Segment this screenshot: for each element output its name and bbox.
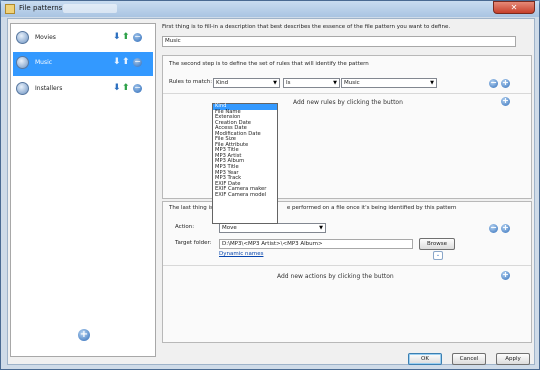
rule-value-text: Music xyxy=(344,80,360,86)
apply-button[interactable]: Apply xyxy=(496,353,530,365)
actions-divider xyxy=(163,265,531,266)
pattern-item-movies[interactable]: Movies ⬇ ⬆ − xyxy=(13,27,153,51)
move-down-icon[interactable]: ⬇ xyxy=(113,32,121,42)
action-select[interactable]: Move ▼ xyxy=(219,223,326,233)
pattern-item-label: Installers xyxy=(35,85,63,92)
file-patterns-window: File patterns ✕ Movies ⬇ ⬆ − Music ⬇ ⬆ − xyxy=(0,0,540,370)
title-bar[interactable]: File patterns ✕ xyxy=(1,1,539,17)
remove-rule-button[interactable]: − xyxy=(489,79,498,88)
move-up-icon[interactable]: ⬆ xyxy=(122,83,130,93)
music-icon xyxy=(16,56,29,69)
rule-field-dropdown-list[interactable]: Kind File Name Extension Creation Date A… xyxy=(212,103,278,224)
move-up-icon[interactable]: ⬆ xyxy=(122,32,130,42)
dropdown-option[interactable]: EXIF Camera model xyxy=(213,192,277,199)
add-rule-button[interactable]: + xyxy=(501,97,510,106)
chevron-down-icon: ▼ xyxy=(333,80,337,86)
target-folder-label: Target folder: xyxy=(175,240,212,246)
move-down-icon[interactable]: ⬇ xyxy=(113,57,121,67)
close-button[interactable]: ✕ xyxy=(493,1,535,14)
expand-chevron-icon[interactable]: ⌄ xyxy=(433,251,443,260)
rule-field-value: Kind xyxy=(216,80,229,86)
remove-icon[interactable]: − xyxy=(133,84,142,93)
add-rule-inline-button[interactable]: + xyxy=(501,79,510,88)
remove-icon[interactable]: − xyxy=(133,33,142,42)
pattern-item-label: Movies xyxy=(35,34,56,41)
remove-action-button[interactable]: − xyxy=(489,224,498,233)
chevron-down-icon: ▼ xyxy=(273,80,277,86)
title-bar-tab xyxy=(63,4,117,13)
rules-prompt: The second step is to define the set of … xyxy=(169,61,369,67)
action-label: Action: xyxy=(175,224,195,230)
rules-divider xyxy=(163,93,531,94)
action-value: Move xyxy=(222,225,237,231)
pattern-item-installers[interactable]: Installers ⬇ ⬆ − xyxy=(13,78,153,102)
add-action-inline-button[interactable]: + xyxy=(501,224,510,233)
rule-operator-value: Is xyxy=(286,80,291,86)
description-input[interactable]: Music xyxy=(162,36,516,47)
move-down-icon[interactable]: ⬇ xyxy=(113,83,121,93)
folder-icon xyxy=(5,4,15,14)
add-actions-hint: Add new actions by clicking the button xyxy=(277,273,394,280)
pattern-item-music[interactable]: Music ⬇ ⬆ − xyxy=(13,52,153,76)
add-rules-hint: Add new rules by clicking the button xyxy=(293,99,403,106)
rule-operator-select[interactable]: Is ▼ xyxy=(283,78,340,88)
rules-label: Rules to match: xyxy=(169,79,213,85)
dynamic-names-link[interactable]: Dynamic names xyxy=(219,251,263,257)
window-title: File patterns xyxy=(19,4,63,12)
pattern-item-label: Music xyxy=(35,59,53,66)
add-pattern-button[interactable]: + xyxy=(78,329,90,341)
move-up-icon[interactable]: ⬆ xyxy=(122,57,130,67)
rule-field-select[interactable]: Kind ▼ xyxy=(213,78,280,88)
rule-value-select[interactable]: Music ▼ xyxy=(341,78,437,88)
chevron-down-icon: ▼ xyxy=(319,225,323,231)
description-prompt: First thing is to fill-in a description … xyxy=(162,24,451,30)
dialog-body: Movies ⬇ ⬆ − Music ⬇ ⬆ − Installers ⬇ ⬆ … xyxy=(7,18,535,365)
cancel-button[interactable]: Cancel xyxy=(452,353,486,365)
target-folder-input[interactable]: D:\MP3\<MP3 Artist>\<MP3 Album> xyxy=(219,239,413,249)
actions-prompt-start: The last thing is t xyxy=(169,205,217,211)
chevron-down-icon: ▼ xyxy=(430,80,434,86)
movies-icon xyxy=(16,31,29,44)
browse-button[interactable]: Browse xyxy=(419,238,455,250)
actions-prompt-end: e performed on a file once it's being id… xyxy=(286,205,457,211)
pattern-list: Movies ⬇ ⬆ − Music ⬇ ⬆ − Installers ⬇ ⬆ … xyxy=(10,23,156,357)
remove-icon[interactable]: − xyxy=(133,58,142,67)
ok-button[interactable]: OK xyxy=(408,353,442,365)
installers-icon xyxy=(16,82,29,95)
add-action-button[interactable]: + xyxy=(501,271,510,280)
